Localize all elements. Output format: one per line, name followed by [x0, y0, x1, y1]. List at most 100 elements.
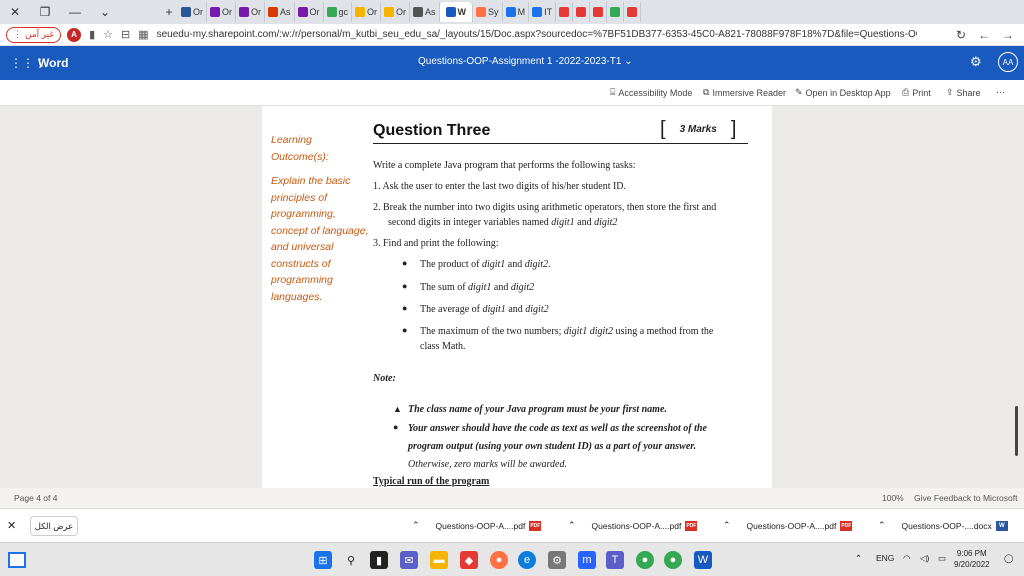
- download-item[interactable]: ⌃ Questions-OOP-A....pdf PDF: [568, 520, 698, 531]
- task-view-button-icon[interactable]: ▮: [370, 551, 388, 569]
- input-language[interactable]: ENG: [876, 553, 894, 563]
- teams-icon[interactable]: T: [606, 551, 624, 569]
- browser-tab[interactable]: Or: [207, 2, 236, 22]
- browser-tab[interactable]: M: [503, 2, 530, 22]
- tab-search-icon[interactable]: ⌄: [90, 0, 120, 24]
- settings-gear-icon[interactable]: ⚙: [970, 54, 982, 70]
- browser-tab[interactable]: gc: [324, 2, 353, 22]
- chevron-up-icon[interactable]: ⌃: [878, 520, 886, 531]
- firefox-icon[interactable]: ●: [490, 551, 508, 569]
- page-indicator: Page 4 of 4: [14, 493, 58, 503]
- marks-box: [3 Marks]: [660, 118, 737, 140]
- note-item-2: Your answer should have the code as text…: [408, 423, 707, 470]
- profile-avatar[interactable]: A: [67, 27, 82, 42]
- open-in-desktop-button[interactable]: ✎ Open in Desktop App: [795, 87, 891, 98]
- feedback-link[interactable]: Give Feedback to Microsoft: [914, 493, 1017, 503]
- zoom-level[interactable]: 100%: [882, 493, 904, 503]
- typical-run-heading: Typical run of the program: [373, 476, 490, 487]
- accessibility-mode-button[interactable]: ⌸ Accessibility Mode: [610, 87, 692, 98]
- browser-tab[interactable]: Or: [381, 2, 411, 22]
- start-icon[interactable]: ⊞: [314, 551, 332, 569]
- word-file-icon: W: [995, 520, 1008, 531]
- system-clock[interactable]: 9:06 PM 9/20/2022: [954, 548, 990, 570]
- note-item-1: The class name of your Java program must…: [408, 404, 667, 415]
- document-canvas[interactable]: Learning Outcome(s): Explain the basic p…: [0, 106, 1024, 488]
- info-icon: ⋮: [13, 29, 22, 39]
- browser-tab[interactable]: [590, 2, 608, 22]
- new-tab-icon[interactable]: +: [160, 0, 178, 24]
- printer-icon: ⎙: [902, 87, 910, 97]
- print-button[interactable]: ⎙ Print: [902, 87, 931, 98]
- minimize-window-icon[interactable]: —: [60, 0, 90, 24]
- chevron-up-icon[interactable]: ⌃: [568, 520, 576, 531]
- chevron-up-icon[interactable]: ⌃: [723, 520, 731, 531]
- download-item[interactable]: ⌃ Questions-OOP-....docx W: [878, 520, 1008, 531]
- chevron-up-icon[interactable]: ⌃: [412, 520, 420, 531]
- browser-tab[interactable]: [573, 2, 591, 22]
- task-view-icon[interactable]: [8, 552, 26, 568]
- star-icon[interactable]: ☆: [103, 28, 113, 41]
- site-icon: ▦: [138, 29, 149, 41]
- bullet-icon: ●: [402, 325, 408, 335]
- not-secure-badge[interactable]: ⋮ غير آمن: [6, 26, 62, 43]
- file-explorer-icon[interactable]: ▬: [430, 551, 448, 569]
- reload-icon[interactable]: ↻: [956, 28, 966, 42]
- active-browser-tab[interactable]: WordW: [439, 2, 474, 22]
- url-field[interactable]: seuedu-my.sharepoint.com/:w:/r/personal/…: [157, 29, 917, 40]
- document-page[interactable]: Learning Outcome(s): Explain the basic p…: [262, 106, 772, 488]
- chrome-icon[interactable]: ●: [636, 551, 654, 569]
- more-options-button[interactable]: ···: [996, 87, 1005, 97]
- step-2-line-2: second digits in integer variables named…: [388, 217, 618, 228]
- browser-tab[interactable]: Or: [236, 2, 265, 22]
- close-icon[interactable]: ✕: [7, 519, 16, 532]
- learning-outcome: Learning Outcome(s): Explain the basic p…: [271, 132, 371, 305]
- sidebar-icon[interactable]: ▮: [89, 28, 95, 41]
- download-item[interactable]: ⌃ Questions-OOP-A....pdf PDF: [412, 520, 542, 531]
- chat-icon[interactable]: ✉: [400, 551, 418, 569]
- close-window-icon[interactable]: ✕: [0, 0, 30, 24]
- moodle-icon[interactable]: m: [578, 551, 596, 569]
- bullet-icon: ▲: [393, 404, 402, 414]
- browser-tab[interactable]: As: [410, 2, 440, 22]
- battery-icon[interactable]: ▭: [938, 553, 946, 564]
- sub-item-average: The average of digit1 and digit2: [420, 304, 549, 315]
- download-item[interactable]: ⌃ Questions-OOP-A....pdf PDF: [723, 520, 853, 531]
- step-1: 1. Ask the user to enter the last two di…: [373, 181, 627, 192]
- search-icon[interactable]: ⚲: [342, 551, 360, 569]
- vertical-scrollbar[interactable]: [1015, 406, 1018, 456]
- note-label: Note:: [373, 373, 396, 384]
- forward-icon[interactable]: ←: [978, 28, 990, 42]
- back-icon[interactable]: →: [1002, 28, 1014, 42]
- browser-tab[interactable]: Sy: [473, 2, 503, 22]
- chrome-profile-icon[interactable]: ●: [664, 551, 682, 569]
- wifi-icon[interactable]: ◠: [903, 553, 910, 564]
- show-all-button[interactable]: عرض الكل: [30, 516, 78, 536]
- restore-window-icon[interactable]: ❐: [30, 0, 60, 24]
- settings-app-icon[interactable]: ⚙: [548, 551, 566, 569]
- tab-actions-icon[interactable]: ⊟: [121, 28, 130, 41]
- word-app-icon[interactable]: W: [694, 551, 712, 569]
- browser-tab[interactable]: Or: [178, 2, 207, 22]
- office-icon[interactable]: ◆: [460, 551, 478, 569]
- tray-overflow-icon[interactable]: ⌃: [855, 553, 862, 564]
- notifications-icon[interactable]: ◯: [1004, 553, 1014, 564]
- browser-tab-strip: ✕ ❐ — ⌄ + Or Or Or As Or gc Or Or As Wor…: [0, 0, 1024, 24]
- browser-tab[interactable]: IT: [529, 2, 557, 22]
- browser-tab[interactable]: Or: [352, 2, 382, 22]
- browser-tab[interactable]: [556, 2, 574, 22]
- document-title[interactable]: Questions-OOP-Assignment 1 -2022-2023-T1…: [418, 56, 633, 67]
- browser-tab[interactable]: [624, 2, 642, 22]
- browser-tab[interactable]: As: [265, 2, 295, 22]
- user-avatar[interactable]: AA: [998, 52, 1018, 72]
- app-launcher-icon[interactable]: ⋮⋮⋮: [10, 56, 46, 70]
- browser-tab[interactable]: [607, 2, 625, 22]
- outcome-label: Learning Outcome(s):: [271, 134, 329, 163]
- app-name[interactable]: Word: [38, 56, 68, 70]
- immersive-reader-button[interactable]: ⧉ Immersive Reader: [703, 87, 786, 98]
- share-button[interactable]: ⇪ Share: [946, 87, 981, 98]
- status-bar: Page 4 of 4 100% Give Feedback to Micros…: [0, 488, 1024, 508]
- volume-icon[interactable]: ◁): [920, 553, 929, 564]
- edge-icon[interactable]: e: [518, 551, 536, 569]
- browser-tab[interactable]: Or: [295, 2, 324, 22]
- chevron-down-icon: ⌄: [624, 56, 633, 67]
